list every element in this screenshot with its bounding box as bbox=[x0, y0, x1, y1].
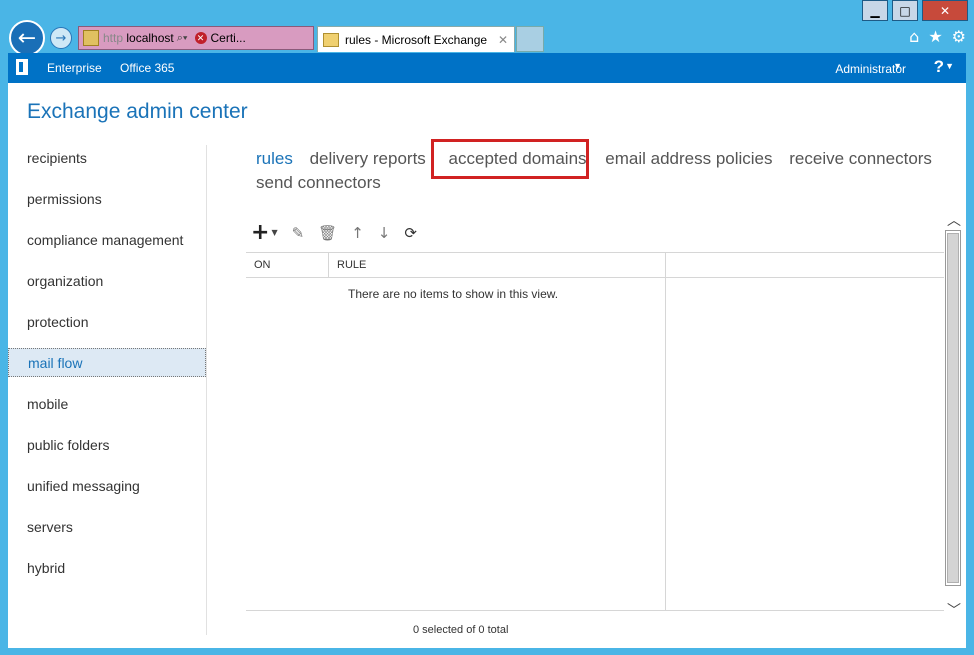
nav-item-public-folders[interactable]: public folders bbox=[27, 437, 110, 453]
arrow-right-icon: → bbox=[55, 30, 67, 46]
chevron-down-icon[interactable]: ▼ bbox=[893, 61, 902, 71]
chevron-down-icon[interactable]: ▼ bbox=[945, 61, 954, 71]
home-icon[interactable]: ⌂ bbox=[909, 27, 919, 46]
scroll-down-icon[interactable]: ﹀ bbox=[947, 600, 961, 620]
rules-toolbar: + ▼ ✎ 🗑 ↑ ↓ ⟳ bbox=[251, 220, 417, 245]
nav-item-mobile[interactable]: mobile bbox=[27, 396, 68, 412]
office-top-bar: Enterprise Office 365 Administrator ▼ ? … bbox=[8, 53, 966, 83]
move-down-icon[interactable]: ↓ bbox=[378, 224, 391, 242]
nav-item-recipients[interactable]: recipients bbox=[27, 150, 87, 166]
page-favicon-icon bbox=[83, 30, 99, 46]
browser-tab[interactable]: rules - Microsoft Exchange ✕ bbox=[317, 26, 515, 52]
column-divider bbox=[328, 253, 329, 277]
tab-title: rules - Microsoft Exchange bbox=[345, 32, 488, 47]
chevron-down-icon[interactable]: ▼ bbox=[271, 228, 277, 237]
tab-close-button[interactable]: ✕ bbox=[498, 33, 508, 47]
refresh-icon[interactable]: ⟳ bbox=[404, 224, 417, 242]
enterprise-link[interactable]: Enterprise bbox=[47, 61, 102, 75]
minimize-button[interactable]: ▁ bbox=[862, 0, 888, 21]
grid-footer-divider bbox=[246, 610, 944, 611]
nav-item-unified-messaging[interactable]: unified messaging bbox=[27, 478, 140, 494]
details-scrollbar[interactable]: ︿ ﹀ bbox=[944, 210, 962, 620]
tab-email-address-policies[interactable]: email address policies bbox=[605, 149, 772, 168]
tab-favicon-icon bbox=[323, 32, 339, 47]
search-icon[interactable]: ⌕▾ bbox=[177, 32, 188, 45]
column-rule[interactable]: RULE bbox=[337, 259, 366, 271]
window-controls: ▁ □ ✕ bbox=[862, 0, 968, 21]
column-on[interactable]: ON bbox=[254, 259, 271, 271]
close-button[interactable]: ✕ bbox=[922, 0, 968, 21]
address-prefix: http bbox=[103, 31, 124, 45]
maximize-button[interactable]: □ bbox=[892, 0, 918, 21]
nav-item-organization[interactable]: organization bbox=[27, 273, 103, 289]
office365-link[interactable]: Office 365 bbox=[120, 61, 174, 75]
tab-send-connectors[interactable]: send connectors bbox=[256, 173, 381, 192]
browser-chrome: ▁ □ ✕ ← → http localhost ⌕▾ ✕ Certi... r… bbox=[0, 0, 974, 56]
forward-button[interactable]: → bbox=[50, 27, 72, 49]
rules-grid-header: ON RULE bbox=[246, 252, 944, 278]
page-title: Exchange admin center bbox=[27, 100, 248, 123]
left-navigation: recipients permissions compliance manage… bbox=[8, 145, 207, 635]
office-logo-icon[interactable] bbox=[16, 59, 28, 75]
nav-item-compliance-management[interactable]: compliance management bbox=[27, 232, 183, 248]
help-button[interactable]: ? bbox=[934, 57, 944, 77]
address-host: localhost bbox=[126, 31, 174, 45]
nav-item-hybrid[interactable]: hybrid bbox=[27, 560, 65, 576]
delete-icon[interactable]: 🗑 bbox=[318, 224, 337, 242]
browser-tools: ⌂ ★ ⚙ bbox=[909, 27, 966, 46]
scroll-thumb[interactable] bbox=[947, 233, 959, 583]
nav-item-protection[interactable]: protection bbox=[27, 314, 88, 330]
new-tab-button[interactable] bbox=[516, 26, 544, 52]
mail-flow-tabs: rules delivery reports accepted domains … bbox=[256, 147, 946, 195]
main-content: Exchange admin center recipients permiss… bbox=[8, 83, 966, 648]
scroll-up-icon[interactable]: ︿ bbox=[947, 210, 961, 230]
tab-delivery-reports[interactable]: delivery reports bbox=[310, 149, 426, 168]
nav-item-servers[interactable]: servers bbox=[27, 519, 73, 535]
arrow-left-icon: ← bbox=[17, 25, 37, 51]
nav-item-permissions[interactable]: permissions bbox=[27, 191, 102, 207]
nav-item-mail-flow[interactable]: mail flow bbox=[8, 348, 206, 377]
tab-rules[interactable]: rules bbox=[256, 149, 293, 168]
back-button[interactable]: ← bbox=[9, 20, 45, 56]
edit-icon[interactable]: ✎ bbox=[292, 224, 305, 242]
move-up-icon[interactable]: ↑ bbox=[351, 224, 364, 242]
tab-receive-connectors[interactable]: receive connectors bbox=[789, 149, 932, 168]
empty-grid-message: There are no items to show in this view. bbox=[348, 287, 559, 301]
address-bar[interactable]: http localhost ⌕▾ ✕ Certi... bbox=[78, 26, 314, 50]
certificate-label: Certi... bbox=[210, 31, 246, 45]
selection-status: 0 selected of 0 total bbox=[413, 624, 509, 636]
favorites-star-icon[interactable]: ★ bbox=[928, 27, 942, 46]
error-icon: ✕ bbox=[194, 32, 207, 44]
scroll-track[interactable] bbox=[945, 230, 961, 586]
accepted-domains-highlight bbox=[431, 139, 589, 179]
add-icon[interactable]: + bbox=[251, 220, 269, 245]
settings-gear-icon[interactable]: ⚙ bbox=[952, 27, 966, 46]
details-pane-divider bbox=[665, 252, 666, 610]
certificate-error[interactable]: ✕ Certi... bbox=[194, 31, 246, 45]
